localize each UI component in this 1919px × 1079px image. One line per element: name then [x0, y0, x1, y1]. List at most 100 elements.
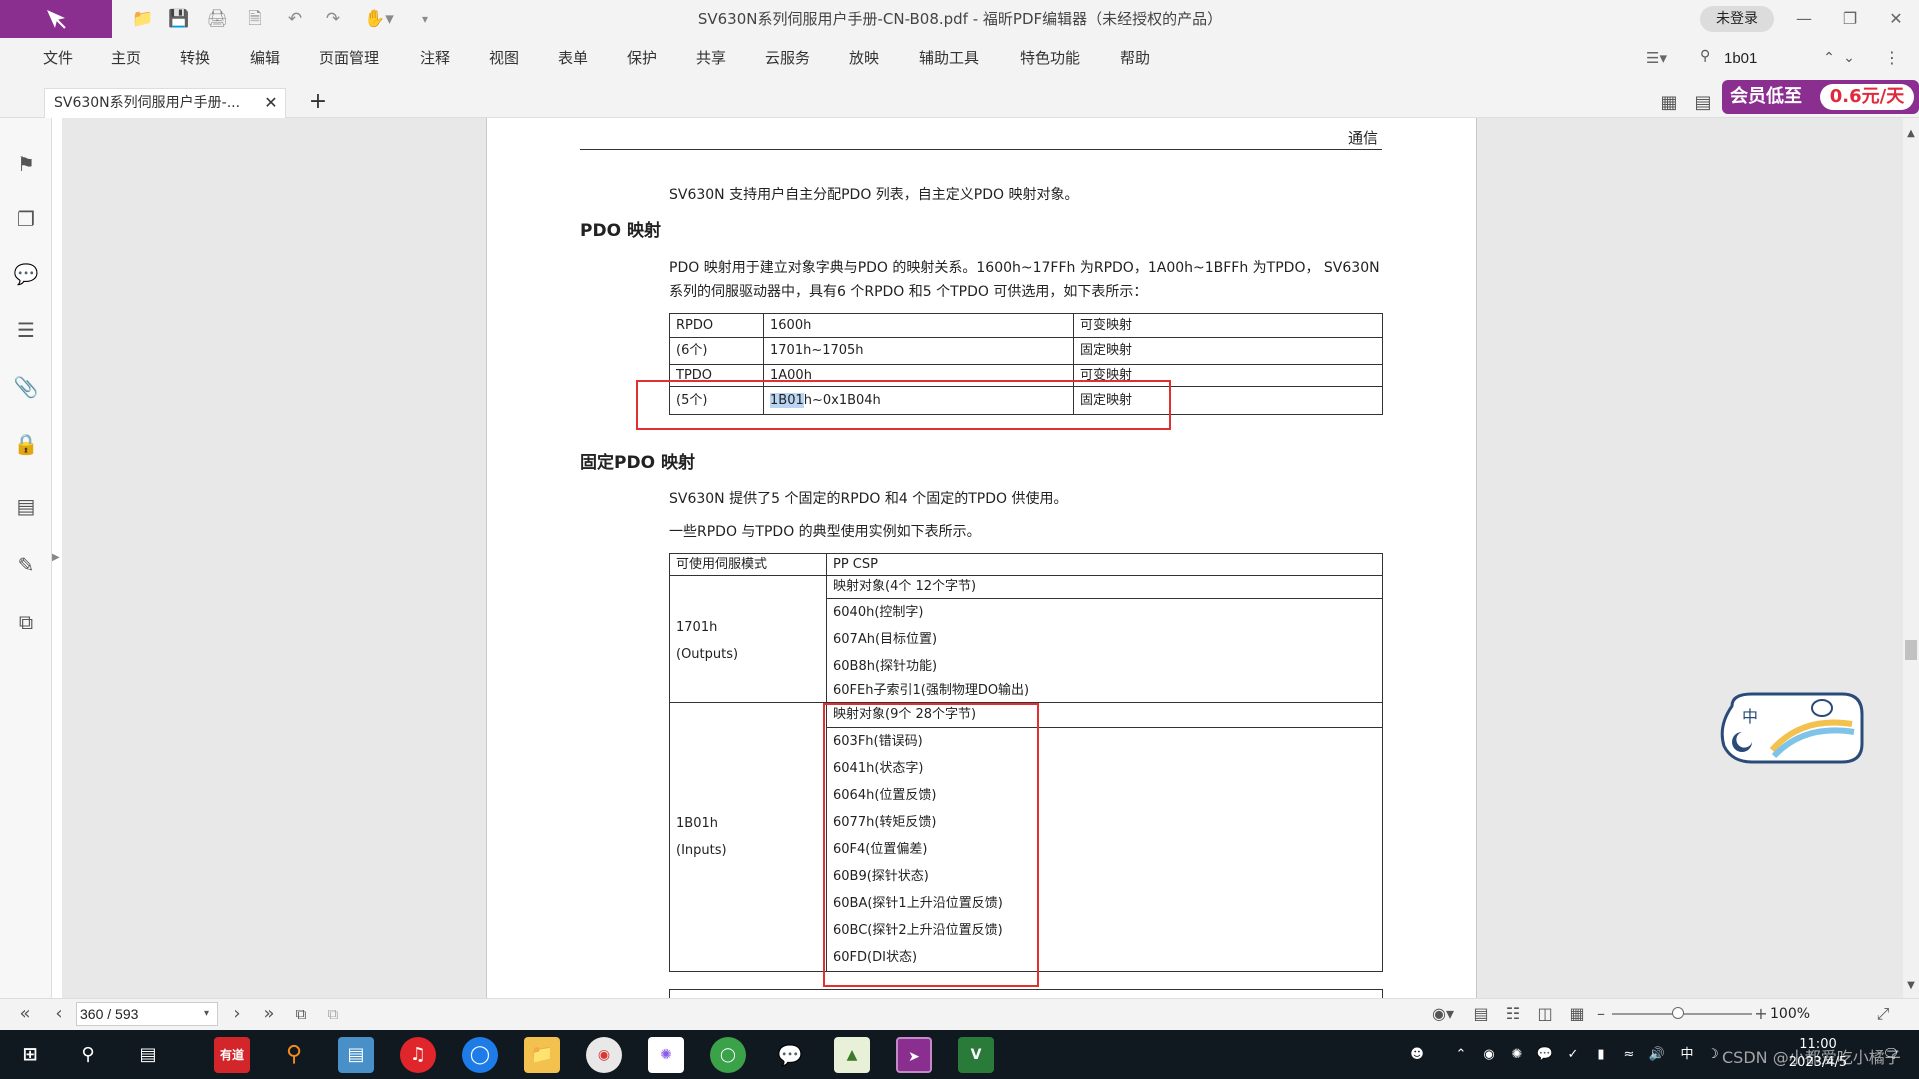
search-app-icon[interactable]: ⚲ [276, 1037, 312, 1073]
search-next-icon[interactable]: ⌄ [1840, 46, 1858, 70]
next-page-icon[interactable]: › [226, 1002, 248, 1026]
page-dropdown-icon[interactable]: ▾ [204, 1004, 216, 1024]
calculator-icon[interactable]: ▤ [338, 1037, 374, 1073]
menu-form[interactable]: 表单 [558, 38, 588, 78]
save-icon[interactable]: 💾 [168, 8, 190, 30]
image-editor-icon[interactable]: ▲ [834, 1037, 870, 1073]
compare-icon[interactable]: ⧉ [12, 608, 40, 636]
menu-cloud[interactable]: 云服务 [765, 38, 810, 78]
clock-time[interactable]: 11:00 [1788, 1036, 1848, 1054]
menu-protect[interactable]: 保护 [627, 38, 657, 78]
layers-icon[interactable]: ☰ [12, 316, 40, 344]
tray-check-icon[interactable]: ✓ [1562, 1042, 1584, 1068]
last-page-icon[interactable]: » [258, 1002, 280, 1026]
menu-slideshow[interactable]: 放映 [849, 38, 879, 78]
task-view-icon[interactable]: ▤ [130, 1037, 166, 1073]
fullscreen-icon[interactable]: ⤢ [1872, 1002, 1894, 1026]
prev-page-icon[interactable]: ‹ [48, 1002, 70, 1026]
menu-share[interactable]: 共享 [696, 38, 726, 78]
more-options-icon[interactable]: ⋮ [1884, 46, 1900, 70]
menu-view[interactable]: 视图 [489, 38, 519, 78]
menu-comment[interactable]: 注释 [420, 38, 450, 78]
chrome-icon[interactable]: ◉ [586, 1037, 622, 1073]
security-icon[interactable]: 🔒 [12, 430, 40, 458]
vim-icon[interactable]: V [958, 1037, 994, 1073]
annotation-rectangle[interactable] [823, 703, 1039, 987]
netease-music-icon[interactable]: ♫ [400, 1037, 436, 1073]
signature-icon[interactable]: ✎ [12, 551, 40, 579]
ime-cloud-icon[interactable]: 中 [1712, 686, 1870, 770]
wifi-icon[interactable]: ≈ [1618, 1042, 1640, 1068]
foxit-taskbar-icon[interactable]: ➤ [896, 1037, 932, 1073]
zoom-slider-knob[interactable] [1672, 1007, 1684, 1019]
menu-accessibility[interactable]: 辅助工具 [919, 38, 979, 78]
two-page-icon[interactable]: ◫ [1534, 1002, 1556, 1026]
taskbar-search-icon[interactable]: ⚲ [70, 1037, 106, 1073]
notification-icon[interactable]: 🗨 [1880, 1042, 1902, 1068]
user-tray-icon[interactable]: ☻ [1406, 1042, 1428, 1068]
night-mode-icon[interactable]: ☽ [1702, 1042, 1724, 1068]
menu-help[interactable]: 帮助 [1120, 38, 1150, 78]
single-page-icon[interactable]: ▤ [1470, 1002, 1492, 1026]
menu-page-management[interactable]: 页面管理 [319, 38, 379, 78]
new-document-icon[interactable]: 🗎 [244, 8, 266, 30]
search-prev-icon[interactable]: ⌃ [1820, 46, 1838, 70]
minimize-icon[interactable]: — [1782, 0, 1826, 38]
reflow-icon[interactable]: ▤ [1692, 92, 1714, 114]
menu-home[interactable]: 主页 [111, 38, 141, 78]
redo-icon[interactable]: ↷ [322, 8, 344, 30]
menu-convert[interactable]: 转换 [180, 38, 210, 78]
reading-mode-icon[interactable]: ◉▾ [1428, 1002, 1458, 1026]
sidebar-expand-icon[interactable]: ▶ [52, 548, 62, 568]
tray-app-icon[interactable]: ◉ [1478, 1042, 1500, 1068]
print-icon[interactable]: 🖨 [206, 8, 228, 30]
hand-tool-icon[interactable]: ✋▾ [362, 8, 396, 30]
undo-icon[interactable]: ↶ [284, 8, 306, 30]
new-tab-icon[interactable]: + [306, 90, 330, 114]
bookmark-icon[interactable]: ⚑ [12, 150, 40, 178]
customize-toolbar-icon[interactable]: ▾ [414, 8, 436, 30]
scroll-up-icon[interactable]: ▲ [1903, 126, 1919, 142]
next-view-icon[interactable]: ⧉ [322, 1002, 344, 1026]
volume-icon[interactable]: 🔊 [1646, 1042, 1668, 1068]
login-button[interactable]: 未登录 [1700, 6, 1774, 32]
windows-start-icon[interactable]: ⊞ [12, 1037, 48, 1073]
previous-view-icon[interactable]: ⧉ [290, 1002, 312, 1026]
tray-wechat-icon[interactable]: 💬 [1534, 1042, 1556, 1068]
app-logo[interactable] [0, 0, 112, 38]
qq-browser-icon[interactable]: ◯ [462, 1037, 498, 1073]
tab-close-icon[interactable]: ✕ [262, 92, 280, 114]
annotation-rectangle[interactable] [636, 380, 1171, 430]
zoom-in-icon[interactable]: + [1754, 1002, 1768, 1026]
open-icon[interactable]: 📁 [132, 8, 154, 30]
pages-icon[interactable]: ❐ [12, 205, 40, 233]
vertical-scrollbar[interactable] [1903, 118, 1919, 998]
grid-view-icon[interactable]: ▦ [1658, 92, 1680, 114]
tray-expand-icon[interactable]: ⌃ [1450, 1042, 1472, 1068]
input-method-icon[interactable]: 中 [1676, 1042, 1698, 1068]
search-input[interactable] [1724, 48, 1816, 68]
youdao-icon[interactable]: 有道 [214, 1037, 250, 1073]
tray-network-app-icon[interactable]: ✺ [1506, 1042, 1528, 1068]
green-app-icon[interactable]: ◯ [710, 1037, 746, 1073]
two-page-continuous-icon[interactable]: ▦ [1566, 1002, 1588, 1026]
network-app-icon[interactable]: ✺ [648, 1037, 684, 1073]
first-page-icon[interactable]: « [14, 1002, 36, 1026]
scroll-down-icon[interactable]: ▼ [1903, 978, 1919, 994]
menu-features[interactable]: 特色功能 [1020, 38, 1080, 78]
clock-date[interactable]: 2023/4/5 [1778, 1054, 1858, 1072]
menu-edit[interactable]: 编辑 [250, 38, 280, 78]
file-explorer-icon[interactable]: 📁 [524, 1037, 560, 1073]
continuous-page-icon[interactable]: ☷ [1502, 1002, 1524, 1026]
battery-icon[interactable]: ▮ [1590, 1042, 1612, 1068]
menu-file[interactable]: 文件 [43, 38, 73, 78]
restore-icon[interactable]: ❐ [1828, 0, 1872, 38]
close-window-icon[interactable]: ✕ [1874, 0, 1918, 38]
zoom-value[interactable]: 100% [1770, 1002, 1860, 1026]
scrollbar-thumb[interactable] [1905, 640, 1917, 660]
page-number-input[interactable] [80, 1004, 190, 1024]
comments-icon[interactable]: 💬 [12, 260, 40, 288]
form-icon[interactable]: ▤ [12, 492, 40, 520]
search-mode-dropdown-icon[interactable]: ☰▾ [1646, 46, 1686, 70]
zoom-out-icon[interactable]: – [1594, 1002, 1608, 1026]
